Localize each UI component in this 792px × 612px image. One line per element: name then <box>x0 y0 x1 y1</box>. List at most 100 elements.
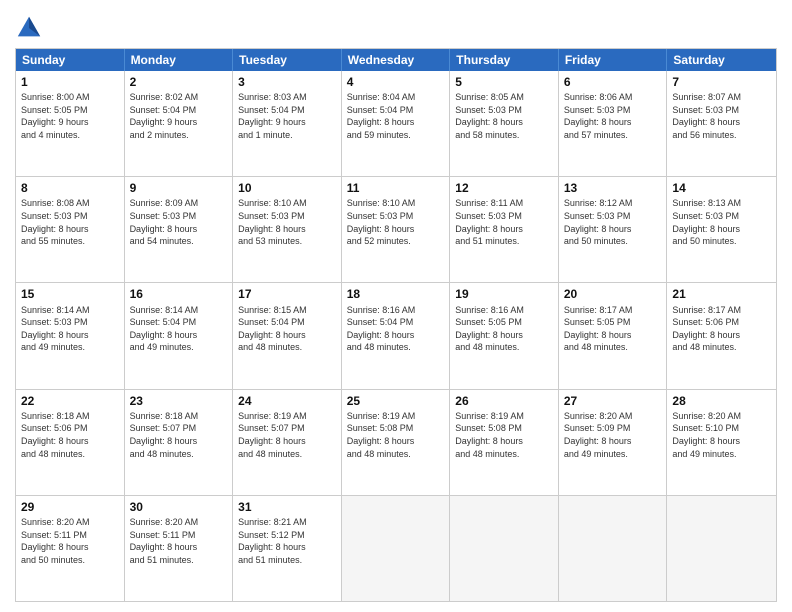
day-details: Sunrise: 8:06 AMSunset: 5:03 PMDaylight:… <box>564 91 662 141</box>
header <box>15 10 777 42</box>
day-number: 29 <box>21 499 119 515</box>
day-details: Sunrise: 8:14 AMSunset: 5:04 PMDaylight:… <box>130 304 228 354</box>
logo <box>15 14 47 42</box>
day-details: Sunrise: 8:18 AMSunset: 5:07 PMDaylight:… <box>130 410 228 460</box>
calendar-cell: 4Sunrise: 8:04 AMSunset: 5:04 PMDaylight… <box>342 71 451 176</box>
day-number: 11 <box>347 180 445 196</box>
calendar-body: 1Sunrise: 8:00 AMSunset: 5:05 PMDaylight… <box>16 71 776 601</box>
day-number: 7 <box>672 74 771 90</box>
calendar-cell: 14Sunrise: 8:13 AMSunset: 5:03 PMDayligh… <box>667 177 776 282</box>
day-number: 25 <box>347 393 445 409</box>
calendar-cell: 9Sunrise: 8:09 AMSunset: 5:03 PMDaylight… <box>125 177 234 282</box>
day-details: Sunrise: 8:12 AMSunset: 5:03 PMDaylight:… <box>564 197 662 247</box>
day-number: 10 <box>238 180 336 196</box>
day-number: 24 <box>238 393 336 409</box>
day-details: Sunrise: 8:05 AMSunset: 5:03 PMDaylight:… <box>455 91 553 141</box>
calendar-cell: 27Sunrise: 8:20 AMSunset: 5:09 PMDayligh… <box>559 390 668 495</box>
calendar-cell <box>450 496 559 601</box>
calendar-cell: 7Sunrise: 8:07 AMSunset: 5:03 PMDaylight… <box>667 71 776 176</box>
day-details: Sunrise: 8:20 AMSunset: 5:11 PMDaylight:… <box>130 516 228 566</box>
calendar: SundayMondayTuesdayWednesdayThursdayFrid… <box>15 48 777 602</box>
calendar-cell: 15 Sunrise: 8:14 AMSunset: 5:03 PMDayligh… <box>16 283 125 388</box>
header-day-wednesday: Wednesday <box>342 49 451 71</box>
day-number: 6 <box>564 74 662 90</box>
calendar-cell: 8Sunrise: 8:08 AMSunset: 5:03 PMDaylight… <box>16 177 125 282</box>
day-number: 15 <box>21 286 119 302</box>
calendar-cell: 18Sunrise: 8:16 AMSunset: 5:04 PMDayligh… <box>342 283 451 388</box>
day-details: Sunrise: 8:10 AMSunset: 5:03 PMDaylight:… <box>238 197 336 247</box>
calendar-cell: 21Sunrise: 8:17 AMSunset: 5:06 PMDayligh… <box>667 283 776 388</box>
calendar-cell: 12Sunrise: 8:11 AMSunset: 5:03 PMDayligh… <box>450 177 559 282</box>
calendar-cell: 6Sunrise: 8:06 AMSunset: 5:03 PMDaylight… <box>559 71 668 176</box>
day-details: Sunrise: 8:18 AMSunset: 5:06 PMDaylight:… <box>21 410 119 460</box>
calendar-cell: 29Sunrise: 8:20 AMSunset: 5:11 PMDayligh… <box>16 496 125 601</box>
calendar-cell: 3Sunrise: 8:03 AMSunset: 5:04 PMDaylight… <box>233 71 342 176</box>
day-number: 9 <box>130 180 228 196</box>
day-number: 22 <box>21 393 119 409</box>
day-number: 1 <box>21 74 119 90</box>
calendar-cell: 11Sunrise: 8:10 AMSunset: 5:03 PMDayligh… <box>342 177 451 282</box>
header-day-friday: Friday <box>559 49 668 71</box>
day-number: 3 <box>238 74 336 90</box>
day-number: 4 <box>347 74 445 90</box>
calendar-row-2: 8Sunrise: 8:08 AMSunset: 5:03 PMDaylight… <box>16 176 776 282</box>
logo-icon <box>15 14 43 42</box>
day-details: Sunrise: 8:09 AMSunset: 5:03 PMDaylight:… <box>130 197 228 247</box>
day-number: 20 <box>564 286 662 302</box>
day-details: Sunrise: 8:02 AMSunset: 5:04 PMDaylight:… <box>130 91 228 141</box>
calendar-cell <box>559 496 668 601</box>
day-details: Sunrise: 8:20 AMSunset: 5:11 PMDaylight:… <box>21 516 119 566</box>
day-number: 12 <box>455 180 553 196</box>
day-details: Sunrise: 8:17 AMSunset: 5:06 PMDaylight:… <box>672 304 771 354</box>
day-number: 17 <box>238 286 336 302</box>
calendar-cell: 24Sunrise: 8:19 AMSunset: 5:07 PMDayligh… <box>233 390 342 495</box>
calendar-cell: 10Sunrise: 8:10 AMSunset: 5:03 PMDayligh… <box>233 177 342 282</box>
calendar-cell: 28Sunrise: 8:20 AMSunset: 5:10 PMDayligh… <box>667 390 776 495</box>
day-details: Sunrise: 8:04 AMSunset: 5:04 PMDaylight:… <box>347 91 445 141</box>
day-number: 30 <box>130 499 228 515</box>
calendar-cell <box>667 496 776 601</box>
calendar-cell: 31Sunrise: 8:21 AMSunset: 5:12 PMDayligh… <box>233 496 342 601</box>
day-number: 27 <box>564 393 662 409</box>
day-details: Sunrise: 8:20 AMSunset: 5:09 PMDaylight:… <box>564 410 662 460</box>
calendar-cell: 30Sunrise: 8:20 AMSunset: 5:11 PMDayligh… <box>125 496 234 601</box>
day-details: Sunrise: 8:19 AMSunset: 5:08 PMDaylight:… <box>347 410 445 460</box>
day-number: 23 <box>130 393 228 409</box>
calendar-cell: 25Sunrise: 8:19 AMSunset: 5:08 PMDayligh… <box>342 390 451 495</box>
day-details: Sunrise: 8:03 AMSunset: 5:04 PMDaylight:… <box>238 91 336 141</box>
day-details: Sunrise: 8:16 AMSunset: 5:04 PMDaylight:… <box>347 304 445 354</box>
day-number: 26 <box>455 393 553 409</box>
header-day-tuesday: Tuesday <box>233 49 342 71</box>
day-details: Sunrise: 8:11 AMSunset: 5:03 PMDaylight:… <box>455 197 553 247</box>
day-number: 28 <box>672 393 771 409</box>
header-day-thursday: Thursday <box>450 49 559 71</box>
day-number: 14 <box>672 180 771 196</box>
day-details: Sunrise: 8:19 AMSunset: 5:07 PMDaylight:… <box>238 410 336 460</box>
day-details: Sunrise: 8:19 AMSunset: 5:08 PMDaylight:… <box>455 410 553 460</box>
day-details: Sunrise: 8:08 AMSunset: 5:03 PMDaylight:… <box>21 197 119 247</box>
calendar-cell: 16Sunrise: 8:14 AMSunset: 5:04 PMDayligh… <box>125 283 234 388</box>
page: SundayMondayTuesdayWednesdayThursdayFrid… <box>0 0 792 612</box>
calendar-cell: 1Sunrise: 8:00 AMSunset: 5:05 PMDaylight… <box>16 71 125 176</box>
header-day-saturday: Saturday <box>667 49 776 71</box>
calendar-row-3: 15 Sunrise: 8:14 AMSunset: 5:03 PMDayligh… <box>16 282 776 388</box>
day-number: 19 <box>455 286 553 302</box>
calendar-cell: 17Sunrise: 8:15 AMSunset: 5:04 PMDayligh… <box>233 283 342 388</box>
day-number: 8 <box>21 180 119 196</box>
calendar-cell: 22Sunrise: 8:18 AMSunset: 5:06 PMDayligh… <box>16 390 125 495</box>
header-day-monday: Monday <box>125 49 234 71</box>
day-number: 31 <box>238 499 336 515</box>
day-details: Sunrise: 8:16 AMSunset: 5:05 PMDaylight:… <box>455 304 553 354</box>
day-details: Sunrise: 8:10 AMSunset: 5:03 PMDaylight:… <box>347 197 445 247</box>
calendar-cell: 19 Sunrise: 8:16 AMSunset: 5:05 PMDayligh… <box>450 283 559 388</box>
day-details: Sunrise: 8:14 AMSunset: 5:03 PMDaylight:… <box>21 304 119 354</box>
calendar-row-1: 1Sunrise: 8:00 AMSunset: 5:05 PMDaylight… <box>16 71 776 176</box>
day-number: 2 <box>130 74 228 90</box>
day-number: 5 <box>455 74 553 90</box>
day-details: Sunrise: 8:13 AMSunset: 5:03 PMDaylight:… <box>672 197 771 247</box>
day-details: Sunrise: 8:21 AMSunset: 5:12 PMDaylight:… <box>238 516 336 566</box>
day-details: Sunrise: 8:17 AMSunset: 5:05 PMDaylight:… <box>564 304 662 354</box>
calendar-cell: 13Sunrise: 8:12 AMSunset: 5:03 PMDayligh… <box>559 177 668 282</box>
day-details: Sunrise: 8:07 AMSunset: 5:03 PMDaylight:… <box>672 91 771 141</box>
calendar-row-4: 22Sunrise: 8:18 AMSunset: 5:06 PMDayligh… <box>16 389 776 495</box>
